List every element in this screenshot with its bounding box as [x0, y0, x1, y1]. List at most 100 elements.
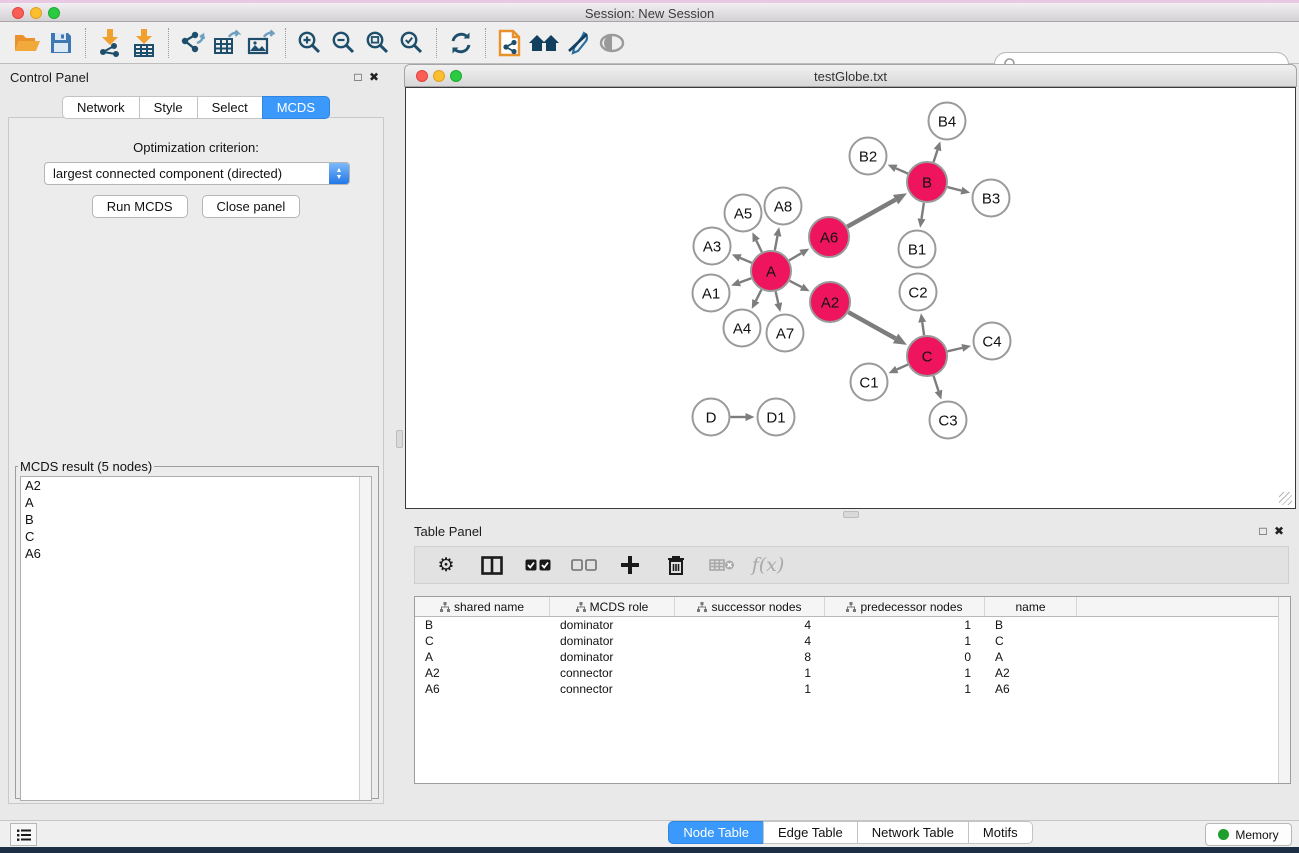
save-session-icon[interactable] [44, 27, 78, 59]
horizontal-splitter-handle[interactable] [843, 511, 859, 518]
table-cell[interactable]: A2 [985, 666, 1077, 680]
mcds-result-item[interactable]: A6 [21, 545, 371, 562]
column-header-successor-nodes[interactable]: successor nodes [675, 597, 825, 616]
table-cell[interactable]: 0 [825, 650, 985, 664]
tab-network-table[interactable]: Network Table [857, 821, 968, 844]
deselect-all-icon[interactable] [571, 552, 597, 578]
select-all-icon[interactable] [525, 552, 551, 578]
tab-network[interactable]: Network [62, 96, 139, 119]
graph-edge-B-B2[interactable] [888, 165, 908, 174]
graph-edge-B-B4[interactable] [934, 141, 942, 162]
graph-node-B3[interactable]: B3 [973, 180, 1010, 217]
table-cell[interactable]: dominator [550, 618, 675, 632]
table-cell[interactable]: dominator [550, 650, 675, 664]
graph-node-C4[interactable]: C4 [974, 323, 1011, 360]
graph-edge-A-A5[interactable] [752, 232, 762, 252]
table-cell[interactable]: 1 [825, 634, 985, 648]
graph-node-C[interactable]: C [907, 336, 947, 376]
delete-table-icon[interactable] [709, 552, 735, 578]
table-close-panel-icon[interactable]: ✖ [1271, 524, 1287, 538]
graph-edge-A-A2[interactable] [790, 281, 810, 292]
graph-node-A5[interactable]: A5 [725, 195, 762, 232]
graph-edge-C-C4[interactable] [947, 344, 971, 352]
graph-node-B1[interactable]: B1 [899, 231, 936, 268]
new-network-from-selection-icon[interactable] [493, 27, 527, 59]
table-cell[interactable]: B [415, 618, 550, 632]
table-cell[interactable]: 8 [675, 650, 825, 664]
zoom-in-icon[interactable] [293, 27, 327, 59]
table-cell[interactable]: 4 [675, 618, 825, 632]
graph-edge-A2-C[interactable] [848, 312, 907, 345]
vertical-splitter-handle[interactable] [396, 430, 403, 448]
table-cell[interactable]: 1 [675, 666, 825, 680]
tab-mcds[interactable]: MCDS [262, 96, 330, 119]
graph-node-A4[interactable]: A4 [724, 310, 761, 347]
export-network-icon[interactable] [176, 27, 210, 59]
column-header-shared-name[interactable]: shared name [415, 597, 550, 616]
zoom-out-icon[interactable] [327, 27, 361, 59]
table-scrollbar[interactable] [1278, 597, 1290, 783]
graph-edge-D-D1[interactable] [731, 413, 755, 421]
graph-edge-A-A8[interactable] [774, 227, 782, 250]
refresh-icon[interactable] [444, 27, 478, 59]
show-columns-icon[interactable] [479, 552, 505, 578]
graph-node-A2[interactable]: A2 [810, 282, 850, 322]
mcds-result-item[interactable]: A [21, 494, 371, 511]
tab-motifs[interactable]: Motifs [968, 821, 1033, 844]
graph-edge-B-B3[interactable] [947, 187, 970, 195]
table-cell[interactable]: connector [550, 682, 675, 696]
table-cell[interactable]: A [985, 650, 1077, 664]
graph-node-B4[interactable]: B4 [929, 103, 966, 140]
graph-edge-A-A7[interactable] [774, 291, 782, 312]
table-cell[interactable]: A2 [415, 666, 550, 680]
graph-node-A1[interactable]: A1 [693, 275, 730, 312]
column-header-name[interactable]: name [985, 597, 1077, 616]
task-history-button[interactable] [10, 823, 37, 846]
optimization-criterion-select[interactable]: largest connected component (directed) ▲… [44, 162, 350, 185]
close-panel-icon[interactable]: ✖ [366, 70, 382, 84]
table-row[interactable]: Adominator80A [415, 649, 1290, 665]
table-row[interactable]: Cdominator41C [415, 633, 1290, 649]
float-panel-icon[interactable]: □ [350, 70, 366, 84]
export-image-icon[interactable] [244, 27, 278, 59]
table-cell[interactable]: A6 [985, 682, 1077, 696]
tab-node-table[interactable]: Node Table [668, 821, 763, 844]
graph-edge-A-A6[interactable] [789, 249, 809, 261]
table-cell[interactable]: connector [550, 666, 675, 680]
graph-node-A[interactable]: A [751, 251, 791, 291]
mcds-result-item[interactable]: A2 [21, 477, 371, 494]
graph-node-B2[interactable]: B2 [850, 138, 887, 175]
mcds-list-scrollbar[interactable] [359, 477, 371, 800]
close-panel-button[interactable]: Close panel [202, 195, 301, 218]
table-cell[interactable]: 1 [825, 666, 985, 680]
graph-edge-C-C2[interactable] [918, 313, 926, 335]
graph-node-D[interactable]: D [693, 399, 730, 436]
show-graphics-icon[interactable] [595, 27, 629, 59]
first-neighbors-icon[interactable] [527, 27, 561, 59]
tab-style[interactable]: Style [139, 96, 197, 119]
table-cell[interactable]: 1 [825, 618, 985, 632]
export-table-icon[interactable] [210, 27, 244, 59]
table-cell[interactable]: 1 [675, 682, 825, 696]
network-canvas[interactable]: B4B2BB3A8A5A6A3B1AA1C2A2A4A7C4CC1DD1C3 [405, 87, 1296, 509]
graph-edge-A-A4[interactable] [752, 290, 762, 309]
function-builder-icon[interactable]: f(x) [755, 552, 781, 578]
table-cell[interactable]: C [415, 634, 550, 648]
mcds-result-item[interactable]: C [21, 528, 371, 545]
column-header-MCDS-role[interactable]: MCDS role [550, 597, 675, 616]
import-table-icon[interactable] [127, 27, 161, 59]
graph-edge-A-A3[interactable] [732, 254, 752, 263]
table-row[interactable]: A6connector11A6 [415, 681, 1290, 697]
mcds-result-item[interactable]: B [21, 511, 371, 528]
hide-graphics-icon[interactable] [561, 27, 595, 59]
graph-node-C1[interactable]: C1 [851, 364, 888, 401]
graph-edge-C-C3[interactable] [934, 376, 943, 400]
graph-edge-A6-B[interactable] [847, 193, 907, 226]
run-mcds-button[interactable]: Run MCDS [92, 195, 188, 218]
zoom-selected-icon[interactable] [395, 27, 429, 59]
graph-edge-C-C1[interactable] [889, 365, 908, 374]
tab-select[interactable]: Select [197, 96, 262, 119]
add-row-icon[interactable] [617, 552, 643, 578]
table-row[interactable]: Bdominator41B [415, 617, 1290, 633]
graph-node-A8[interactable]: A8 [765, 188, 802, 225]
